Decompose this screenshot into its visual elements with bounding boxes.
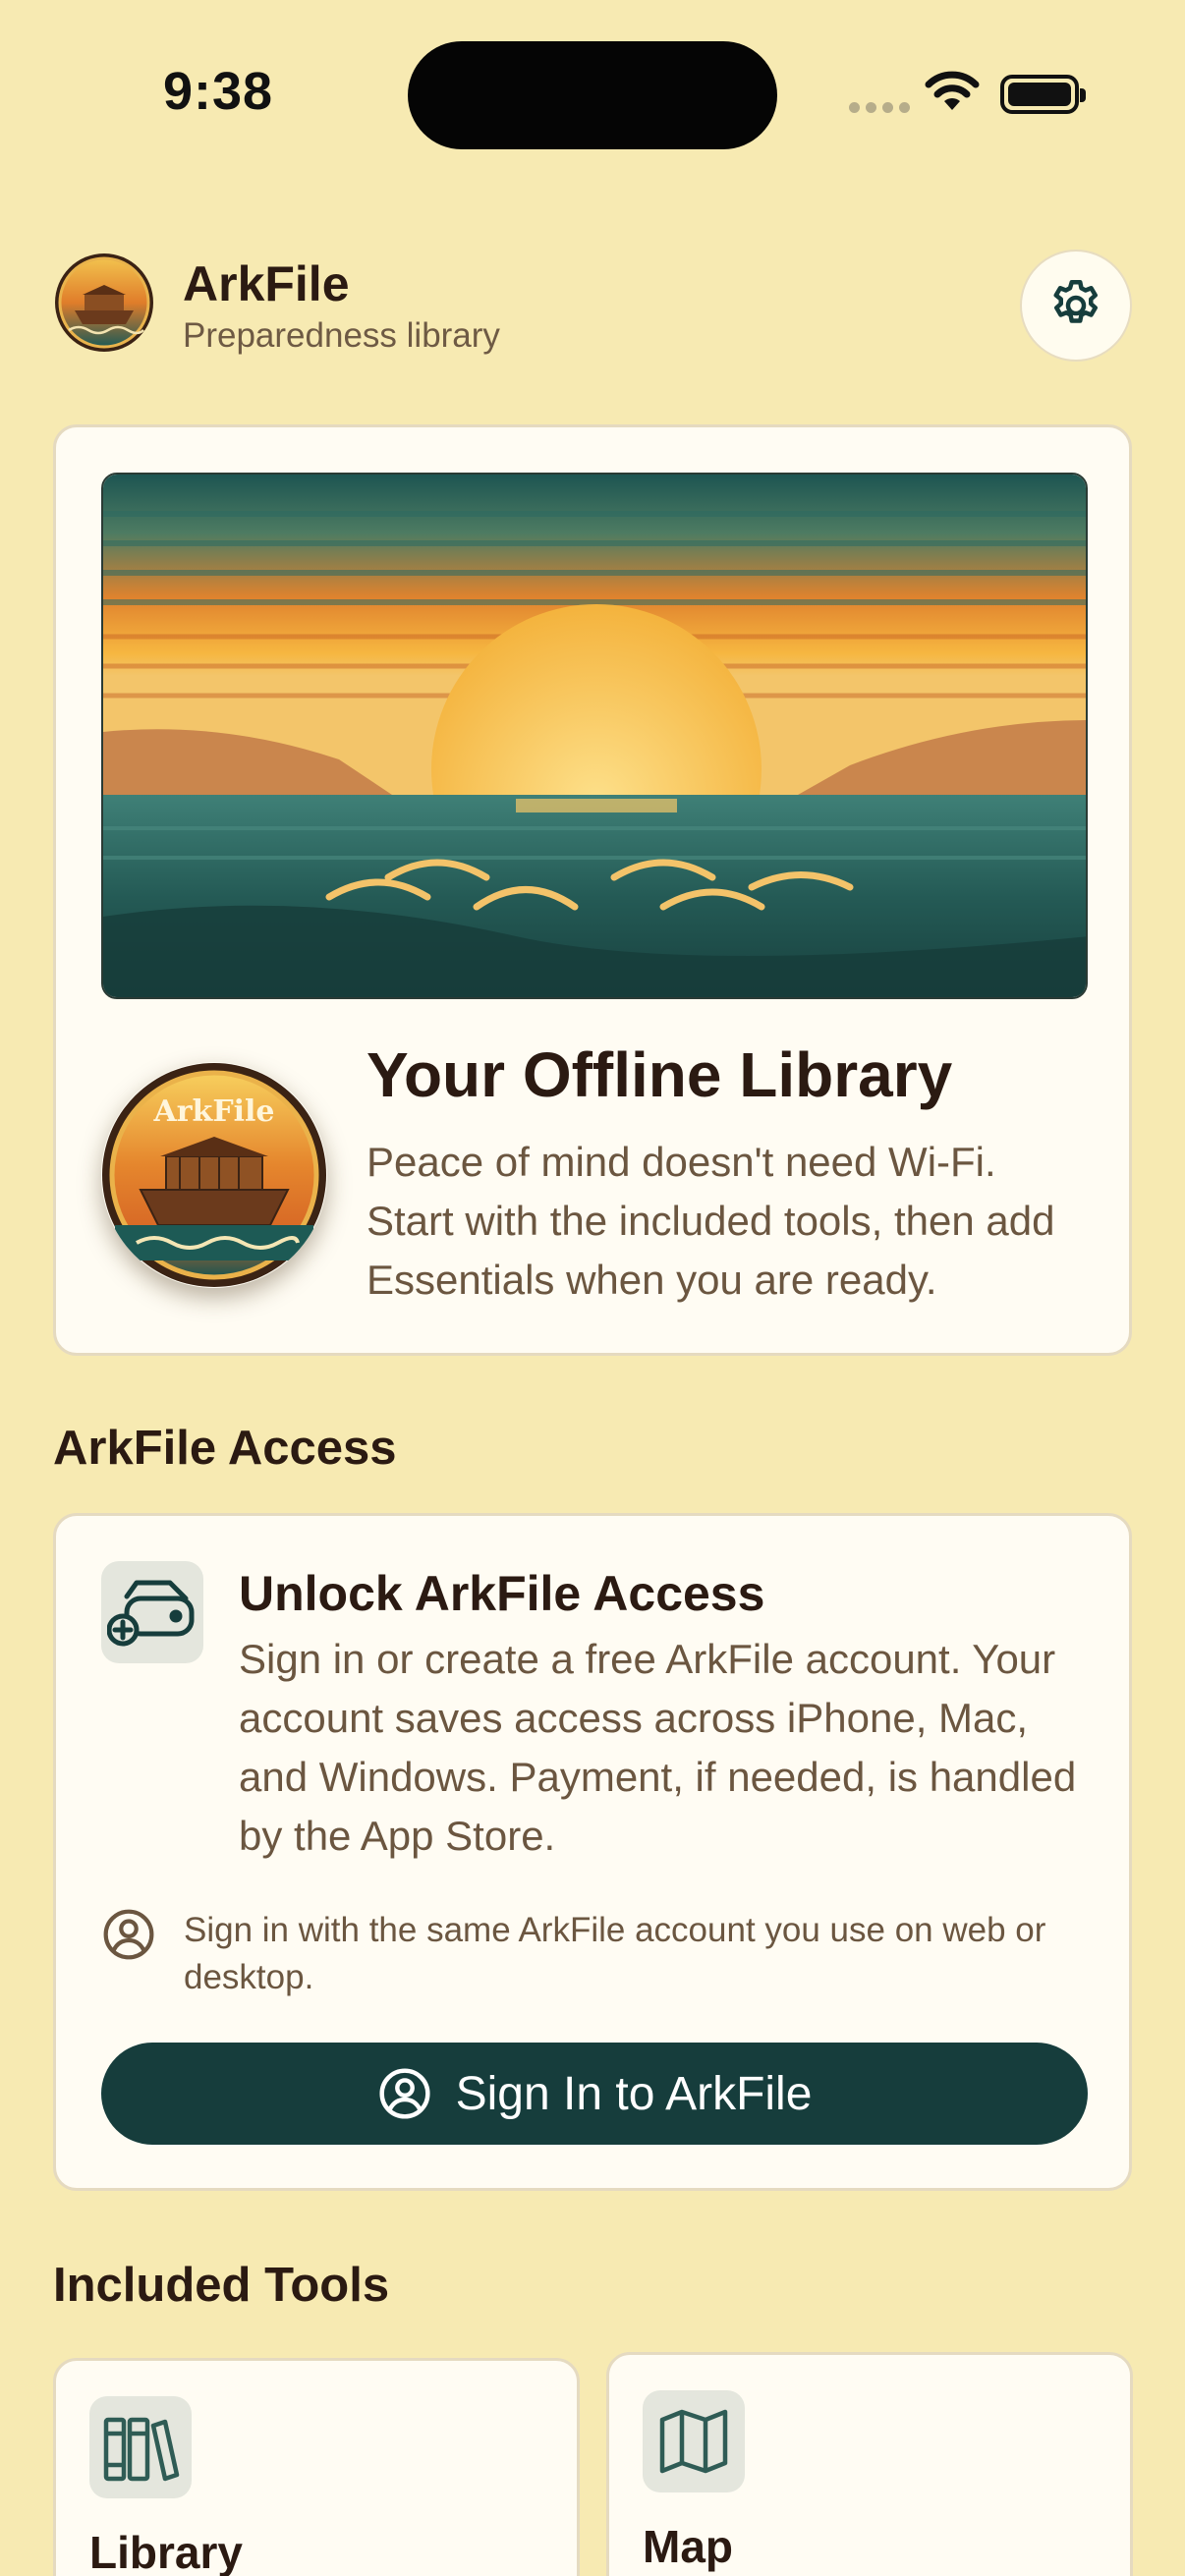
tool-label-map: Map [643,2521,733,2572]
map-icon [659,2409,728,2474]
status-time: 9:38 [163,62,274,121]
person-circle-icon [103,1909,154,1960]
status-bar: 9:38 [0,0,1185,149]
tool-icon-tile [643,2390,745,2492]
add-drive-icon [107,1580,195,1647]
books-icon [103,2417,180,2482]
app-header: ArkFile Preparedness library [53,250,1132,362]
offline-library-card: ArkFile Your Offline Library Peace of mi… [53,424,1132,1356]
dynamic-island [408,41,777,149]
tool-label-library: Library [89,2527,243,2576]
badge-text: ArkFile [152,1094,274,1129]
person-circle-icon [379,2068,430,2119]
tool-card-library[interactable]: Library [53,2358,580,2576]
tool-card-map[interactable]: Map [606,2352,1133,2576]
sunset-ocean-illustration [101,473,1088,999]
app-title: ArkFile [183,256,350,311]
sign-in-button[interactable]: Sign In to ArkFile [101,2043,1088,2145]
section-title-tools: Included Tools [53,2259,390,2312]
access-card-description: Sign in or create a free ArkFile account… [239,1636,1077,1859]
settings-button[interactable] [1020,250,1132,362]
access-card-title: Unlock ArkFile Access [239,1566,765,1621]
wifi-icon [925,71,980,110]
unlock-access-card: Unlock ArkFile Access Sign in or create … [53,1513,1132,2191]
arkfile-badge: ArkFile [102,1063,326,1287]
battery-icon [1000,75,1086,114]
hero-description: Peace of mind doesn't need Wi-Fi. Start … [367,1139,1055,1303]
access-icon-tile [101,1561,203,1663]
sign-in-button-label: Sign In to ArkFile [455,2067,813,2120]
section-title-access: ArkFile Access [53,1422,397,1475]
hero-title: Your Offline Library [367,1039,953,1110]
app-subtitle: Preparedness library [183,316,500,355]
tool-icon-tile [89,2396,192,2498]
access-note: Sign in with the same ArkFile account yo… [184,1911,1046,1996]
gear-icon [1053,280,1098,323]
cellular-signal-icon [849,102,910,113]
arkfile-logo [55,253,153,352]
